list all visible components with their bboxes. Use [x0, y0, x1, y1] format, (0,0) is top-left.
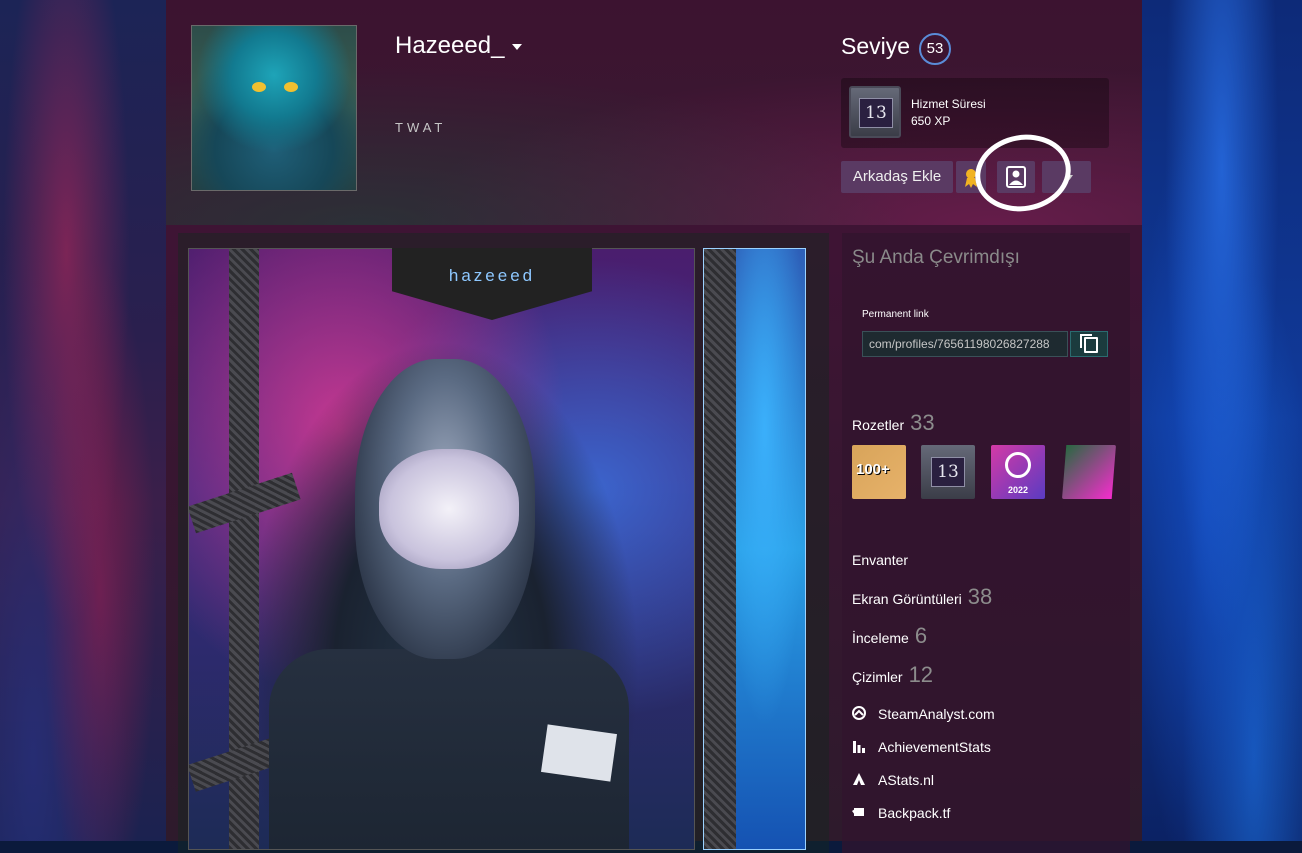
- persona-name: Hazeeed_: [395, 32, 505, 59]
- astats-link[interactable]: AStats.nl: [852, 772, 934, 788]
- portrait-mask: [379, 449, 519, 569]
- background-left: [0, 0, 166, 841]
- permalink-label: Permanent link: [862, 309, 929, 320]
- years-of-service-badge[interactable]: 13: [921, 445, 975, 499]
- astats-icon: [853, 773, 865, 786]
- inventory-link[interactable]: Envanter: [852, 552, 908, 568]
- achievementstats-link[interactable]: AchievementStats: [852, 739, 991, 755]
- featured-badge-xp: 650 XP: [911, 114, 951, 128]
- persona-name-dropdown[interactable]: Hazeeed_: [395, 32, 523, 60]
- bar-chart-icon: [853, 741, 865, 754]
- real-name: TWAT: [395, 120, 447, 135]
- portrait-name-badge: [541, 724, 617, 782]
- level-badge[interactable]: 53: [919, 33, 951, 65]
- copy-link-button[interactable]: [1070, 331, 1108, 357]
- badges-link[interactable]: Rozetler 33: [852, 410, 935, 436]
- reviews-count: 6: [914, 623, 928, 648]
- artwork-showcase-main[interactable]: [188, 248, 695, 850]
- steam-logo-icon: [1005, 452, 1031, 478]
- profile-page: Hazeeed_ TWAT Seviye 53 13 Hizmet Süresi…: [166, 0, 1142, 853]
- backpack-icon: [852, 808, 864, 817]
- chevron-down-icon: [512, 43, 523, 50]
- screenshots-count: 38: [967, 584, 993, 609]
- years-of-service-icon: 13: [849, 86, 901, 138]
- frame-left: [704, 249, 736, 849]
- background-right: [1142, 0, 1302, 841]
- profile-avatar[interactable]: [191, 25, 357, 191]
- pink-portrait-badge[interactable]: [1062, 445, 1116, 499]
- permalink-field[interactable]: com/profiles/76561198026827288: [862, 331, 1068, 357]
- badges-count: 33: [910, 410, 935, 435]
- artwork-showcase-side[interactable]: [703, 248, 806, 850]
- copy-icon: [1084, 337, 1098, 353]
- add-friend-button[interactable]: Arkadaş Ekle: [841, 161, 953, 193]
- steamanalyst-link[interactable]: SteamAnalyst.com: [852, 706, 995, 722]
- artwork-link[interactable]: Çizimler 12: [852, 662, 933, 688]
- steam-replay-2022-badge[interactable]: 2022: [991, 445, 1045, 499]
- online-status: Şu Anda Çevrimdışı: [852, 247, 1020, 268]
- sidebar-panel: [842, 233, 1130, 853]
- featured-badge-name: Hizmet Süresi: [911, 97, 986, 111]
- 100-plus-badge[interactable]: 100+: [852, 445, 906, 499]
- featured-badge-card[interactable]: 13 Hizmet Süresi 650 XP: [841, 78, 1109, 148]
- screenshots-link[interactable]: Ekran Görüntüleri 38: [852, 584, 992, 610]
- backpacktf-link[interactable]: Backpack.tf: [852, 805, 950, 821]
- avatar-eye: [252, 82, 266, 92]
- level-label: Seviye: [841, 33, 911, 59]
- avatar-eye: [284, 82, 298, 92]
- artwork-count: 12: [908, 662, 934, 687]
- reviews-link[interactable]: İnceleme 6: [852, 623, 927, 649]
- steamanalyst-icon: [852, 706, 866, 721]
